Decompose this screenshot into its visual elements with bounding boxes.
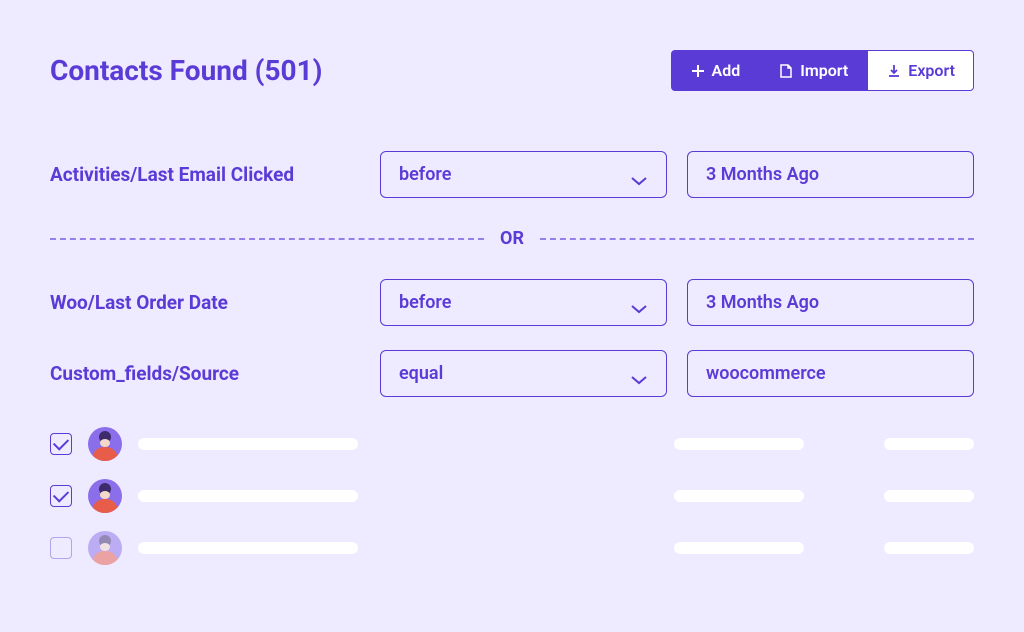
divider-line [540,238,974,240]
contact-row [50,531,974,565]
select-checkbox[interactable] [50,433,72,455]
download-icon [886,63,902,79]
header-row: Contacts Found (501) Add I [50,50,974,91]
filter-value-text: 3 Months Ago [706,164,819,185]
contact-name-placeholder [138,438,358,450]
filter-value-text: 3 Months Ago [706,292,819,313]
avatar [88,427,122,461]
contact-columns-placeholder [674,542,974,554]
import-button[interactable]: Import [759,50,867,91]
or-label: OR [500,228,524,249]
filter-value-input[interactable]: 3 Months Ago [687,279,974,326]
page-title: Contacts Found (501) [50,54,322,87]
filter-operator-select[interactable]: before [380,151,667,198]
contact-col-placeholder [884,438,974,450]
filter-operator-value: equal [399,363,443,384]
filter-value-input[interactable]: 3 Months Ago [687,151,974,198]
filter-row-3: Custom_fields/Source equal woocommerce [50,350,974,397]
or-divider: OR [50,228,974,249]
filter-operator-select[interactable]: equal [380,350,667,397]
contact-col-placeholder [674,490,804,502]
action-button-group: Add Import [671,50,974,91]
select-checkbox[interactable] [50,485,72,507]
contact-col-placeholder [884,542,974,554]
chevron-down-icon [630,369,648,379]
contacts-panel: Contacts Found (501) Add I [20,20,1004,612]
avatar [88,479,122,513]
contact-col-placeholder [674,438,804,450]
divider-line [50,238,484,240]
file-icon [778,63,794,79]
filter-row-1: Activities/Last Email Clicked before 3 M… [50,151,974,198]
select-checkbox[interactable] [50,537,72,559]
contact-name-placeholder [138,490,358,502]
filter-value-text: woocommerce [706,363,826,384]
filter-operator-select[interactable]: before [380,279,667,326]
filter-label: Custom_fields/Source [50,362,360,385]
export-button-label: Export [908,61,955,80]
filter-label: Woo/Last Order Date [50,291,360,314]
contact-row [50,427,974,461]
plus-icon [690,63,706,79]
filter-label: Activities/Last Email Clicked [50,163,360,186]
avatar [88,531,122,565]
add-button[interactable]: Add [671,50,760,91]
contact-row [50,479,974,513]
filter-row-2: Woo/Last Order Date before 3 Months Ago [50,279,974,326]
add-button-label: Add [712,61,741,80]
chevron-down-icon [630,298,648,308]
export-button[interactable]: Export [867,50,974,91]
contact-columns-placeholder [674,438,974,450]
contact-list [50,427,974,565]
import-button-label: Import [800,61,848,80]
filter-operator-value: before [399,164,451,185]
contact-col-placeholder [674,542,804,554]
filter-operator-value: before [399,292,451,313]
contact-col-placeholder [884,490,974,502]
contact-name-placeholder [138,542,358,554]
contact-columns-placeholder [674,490,974,502]
chevron-down-icon [630,170,648,180]
filter-value-input[interactable]: woocommerce [687,350,974,397]
